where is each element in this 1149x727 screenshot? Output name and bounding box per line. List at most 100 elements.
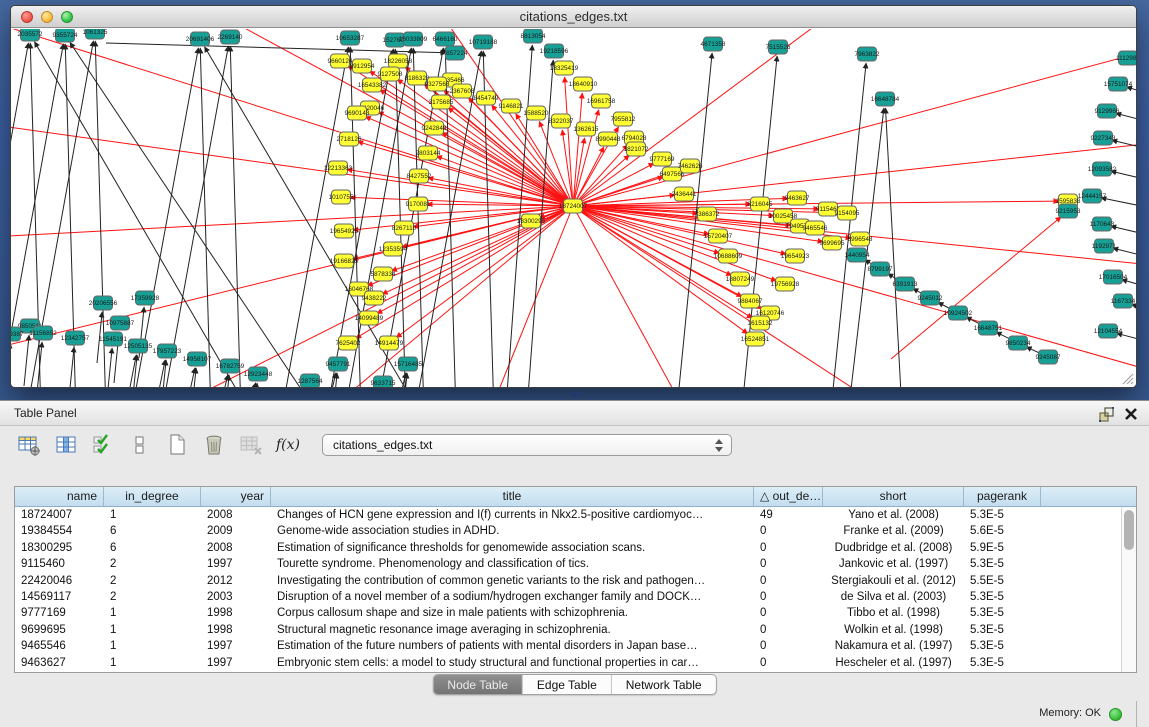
graph-edge[interactable] [471,206,573,387]
table-row[interactable]: 1456911722003Disruption of a novel membe… [15,589,1136,605]
table-cell[interactable]: 14569117 [15,589,104,605]
table-cell[interactable]: 1 [104,655,201,671]
table-row[interactable]: 1872400712008Changes of HCN gene express… [15,507,1136,523]
graph-edge[interactable] [155,46,228,387]
graph-edge[interactable] [107,348,112,387]
delete-rows-button[interactable] [201,432,227,458]
graph-edge[interactable] [1127,87,1136,98]
table-cell[interactable]: 1 [104,605,201,621]
table-cell[interactable]: 5.3E-5 [964,638,1041,654]
table-cell[interactable]: 0 [754,540,823,556]
graph-edge[interactable] [358,142,573,206]
table-row[interactable]: 1830029562008Estimation of significance … [15,540,1136,556]
function-builder-button[interactable]: f(x) [275,432,301,458]
table-cell[interactable]: 9463627 [15,655,104,671]
table-cell[interactable]: 1 [104,638,201,654]
table-cell[interactable]: Jankovic et al. (1997) [823,556,964,572]
header-cell-out_de…[interactable]: △ out_de… [754,487,823,506]
graph-edge[interactable] [573,206,786,254]
table-cell[interactable]: 5.9E-5 [964,540,1041,556]
graph-edge[interactable] [11,119,573,206]
graph-edge[interactable] [230,46,242,387]
new-table-button[interactable] [164,432,190,458]
table-cell[interactable]: de Silva et al. (2003) [823,589,964,605]
network-view-window[interactable]: citations_edges.txt 18724007966012489129… [10,5,1137,388]
table-cell[interactable]: Disruption of a novel member of a sodium… [271,589,754,605]
table-cell[interactable]: 0 [754,573,823,589]
table-row[interactable]: 1938455462009Genome-wide association stu… [15,523,1136,539]
graph-edge[interactable] [565,77,573,206]
tab-edge-table[interactable]: Edge Table [523,675,612,694]
table-cell[interactable]: Corpus callosum shape and size in male p… [271,605,754,621]
table-cell[interactable]: 1 [104,622,201,638]
header-cell-year[interactable]: year [201,487,271,506]
table-cell[interactable]: Estimation of the future numbers of pati… [271,638,754,654]
table-cell[interactable]: 2008 [201,507,271,523]
vertical-scrollbar[interactable] [1121,507,1136,672]
graph-edge[interactable] [147,360,165,387]
table-row[interactable]: 911546021997Tourette syndrome. Phenomeno… [15,556,1136,572]
network-graph[interactable]: 1872400796601248912954182260589127508165… [11,29,1136,387]
delete-table-button[interactable] [238,432,264,458]
close-panel-icon[interactable] [1123,406,1139,422]
window-resize-grip[interactable] [1120,371,1134,385]
table-cell[interactable]: 5.3E-5 [964,655,1041,671]
table-row[interactable]: 946362711997Embryonic stem cells: a mode… [15,655,1136,671]
table-cell[interactable]: 0 [754,589,823,605]
header-cell-short[interactable]: short [823,487,964,506]
table-cell[interactable]: Structural magnetic resonance image aver… [271,622,754,638]
table-cell[interactable]: 9699695 [15,622,104,638]
table-cell[interactable]: 0 [754,523,823,539]
table-cell[interactable]: 6 [104,540,201,556]
table-cell[interactable]: Nakamura et al. (1997) [823,638,964,654]
table-cell[interactable]: 0 [754,638,823,654]
table-cell[interactable]: 1998 [201,622,271,638]
table-cell[interactable]: 18724007 [15,507,104,523]
table-cell[interactable]: 1997 [201,556,271,572]
table-cell[interactable]: 1 [104,507,201,523]
table-cell[interactable]: 0 [754,556,823,572]
header-cell-pagerank[interactable]: pagerank [964,487,1041,506]
table-cell[interactable]: Estimation of significance thresholds fo… [271,540,754,556]
table-cell[interactable]: 2009 [201,523,271,539]
graph-edge[interactable] [573,206,748,334]
table-cell[interactable]: 2012 [201,573,271,589]
table-cell[interactable]: Embryonic stem cells: a model to study s… [271,655,754,671]
window-titlebar[interactable]: citations_edges.txt [11,6,1136,28]
graph-edge[interactable] [161,360,166,387]
table-cell[interactable]: Changes of HCN gene expression and I(f) … [271,507,754,523]
table-cell[interactable]: 22420046 [15,573,104,589]
table-cell[interactable]: 9777169 [15,605,104,621]
table-cell[interactable]: 5.3E-5 [964,589,1041,605]
graph-edge[interactable] [24,335,29,386]
table-panel-header[interactable]: Table Panel [0,400,1149,426]
tab-node-table[interactable]: Node Table [433,675,523,694]
table-cell[interactable]: Stergiakouli et al. (2012) [823,573,964,589]
table-settings-button[interactable] [16,432,42,458]
table-cell[interactable]: 49 [754,507,823,523]
table-cell[interactable]: Tibbo et al. (1998) [823,605,964,621]
table-cell[interactable]: 0 [754,622,823,638]
float-panel-icon[interactable] [1098,406,1115,423]
table-cell[interactable]: 5.5E-5 [964,573,1041,589]
graph-edge[interactable] [205,47,441,387]
table-cell[interactable]: Hescheler et al. (1997) [823,655,964,671]
table-cell[interactable]: Wolkin et al. (1998) [823,622,964,638]
table-cell[interactable]: 1997 [201,638,271,654]
graph-edge[interactable] [177,368,195,387]
graph-edge[interactable] [413,48,425,387]
table-cell[interactable]: Tourette syndrome. Phenomenology and cla… [271,556,754,572]
table-cell[interactable]: 2 [104,556,201,572]
table-cell[interactable]: 5.3E-5 [964,605,1041,621]
table-cell[interactable]: Investigating the contribution of common… [271,573,754,589]
graph-edge[interactable] [844,108,884,387]
graph-edge[interactable] [573,206,711,387]
header-cell-name[interactable]: name [15,487,104,506]
graph-edge[interactable] [1111,226,1136,238]
close-window-button[interactable] [21,11,33,23]
table-cell[interactable]: Franke et al. (2009) [823,523,964,539]
table-cell[interactable]: 1998 [201,605,271,621]
table-cell[interactable]: 1997 [201,655,271,671]
table-row[interactable]: 969969511998Structural magnetic resonanc… [15,622,1136,638]
clear-selection-button[interactable] [127,432,153,458]
